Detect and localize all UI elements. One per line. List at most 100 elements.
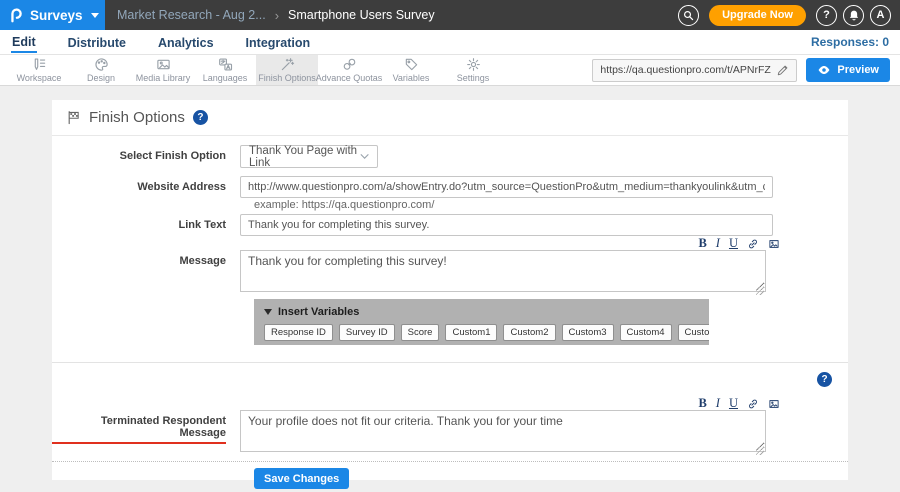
variable-score-button[interactable]: Score [401,324,440,341]
variable-custom3-button[interactable]: Custom3 [562,324,614,341]
italic-button[interactable]: I [716,237,720,250]
link-text-label: Link Text [52,214,240,231]
survey-url-input[interactable] [600,64,771,76]
upgrade-now-button[interactable]: Upgrade Now [709,5,806,26]
media-library-icon [156,57,171,72]
save-changes-button[interactable]: Save Changes [254,468,349,489]
triangle-down-icon [264,309,272,315]
toolbar-right: Preview [592,55,900,85]
insert-variables-buttons: Response ID Survey ID Score Custom1 Cust… [264,324,699,341]
terminated-format-toolbar: B I U [52,397,780,410]
preview-button[interactable]: Preview [806,58,890,82]
languages-icon [218,57,233,72]
finish-options-wand-icon [280,57,295,72]
chevron-down-icon [360,153,369,160]
toolbar-item-settings[interactable]: Settings [442,55,504,85]
advance-quotas-chain-icon [342,57,357,72]
topbar: Surveys Market Research - Aug 2... › Sma… [0,0,900,30]
image-icon [768,398,780,410]
tab-edit[interactable]: Edit [11,32,37,53]
insert-image-button[interactable] [768,238,780,250]
eye-icon [817,63,831,77]
toolbar-item-workspace[interactable]: Workspace [8,55,70,85]
variable-response-id-button[interactable]: Response ID [264,324,333,341]
terminated-help-icon[interactable]: ? [817,372,832,387]
edit-url-pencil-icon[interactable] [776,64,789,77]
underline-button[interactable]: U [729,397,738,410]
terminated-message-textarea[interactable]: Your profile does not fit our criteria. … [240,410,766,452]
bold-button[interactable]: B [698,397,706,410]
edit-toolbar: Workspace Design Media Library Languages… [0,55,900,86]
surveys-menu[interactable]: Surveys [0,0,105,30]
insert-variables-panel: Insert Variables Response ID Survey ID S… [254,299,709,345]
notifications-button[interactable] [843,5,864,26]
bold-button[interactable]: B [698,237,706,250]
design-palette-icon [94,57,109,72]
variables-tag-icon [404,57,419,72]
toolbar-item-media-library[interactable]: Media Library [132,55,194,85]
variable-custom1-button[interactable]: Custom1 [445,324,497,341]
finish-option-select[interactable]: Thank You Page with Link [240,145,378,168]
variable-custom5-button[interactable]: Custom5 [678,324,709,341]
breadcrumb-folder[interactable]: Market Research - Aug 2... [117,8,266,22]
website-address-example: example: https://qa.questionpro.com/ [254,199,848,212]
image-icon [768,238,780,250]
avatar[interactable]: A [870,5,891,26]
section-divider [52,362,848,363]
finish-option-label: Select Finish Option [52,145,240,162]
main-tabs: Edit Distribute Analytics Integration Re… [0,30,900,55]
variable-survey-id-button[interactable]: Survey ID [339,324,395,341]
search-button[interactable] [678,5,699,26]
dotted-divider [52,461,848,462]
finish-flag-icon [66,110,81,125]
website-address-input[interactable] [240,176,773,198]
finish-options-help-icon[interactable]: ? [193,110,208,125]
toolbar-item-variables[interactable]: Variables [380,55,442,85]
link-text-row: Link Text [52,214,848,236]
page-title: Finish Options [89,109,185,126]
insert-link-button[interactable] [747,238,759,250]
toolbar-item-design[interactable]: Design [70,55,132,85]
breadcrumb-survey-name: Smartphone Users Survey [288,8,435,22]
workspace-icon [32,57,47,72]
variable-custom2-button[interactable]: Custom2 [503,324,555,341]
italic-button[interactable]: I [716,397,720,410]
message-textarea[interactable]: Thank you for completing this survey! [240,250,766,292]
underline-button[interactable]: U [729,237,738,250]
tab-integration[interactable]: Integration [245,33,312,52]
message-format-toolbar: B I U [52,237,780,250]
link-chain-icon [747,238,759,250]
toolbar-item-finish-options[interactable]: Finish Options [256,55,318,85]
breadcrumb-separator: › [275,8,279,23]
tab-analytics[interactable]: Analytics [157,33,215,52]
chevron-down-icon [91,13,99,18]
website-address-row: Website Address [52,176,848,198]
link-chain-icon [747,398,759,410]
help-button[interactable]: ? [816,5,837,26]
finish-options-card: Finish Options ? Select Finish Option Th… [52,100,848,480]
insert-image-button[interactable] [768,398,780,410]
responses-count[interactable]: Responses: 0 [811,35,889,49]
insert-variables-toggle[interactable]: Insert Variables [264,305,699,319]
variable-custom4-button[interactable]: Custom4 [620,324,672,341]
product-name: Surveys [30,8,83,23]
search-icon [682,9,695,22]
insert-link-button[interactable] [747,398,759,410]
settings-gear-icon [466,57,481,72]
questionpro-logo [8,7,24,23]
link-text-input[interactable] [240,214,773,236]
message-row: Message Thank you for completing this su… [52,250,848,297]
website-address-label: Website Address [52,176,240,193]
finish-option-row: Select Finish Option Thank You Page with… [52,145,848,168]
toolbar-item-advance-quotas[interactable]: Advance Quotas [318,55,380,85]
tab-distribute[interactable]: Distribute [67,33,127,52]
message-label: Message [52,250,240,267]
toolbar-item-languages[interactable]: Languages [194,55,256,85]
card-header: Finish Options ? [52,100,848,136]
breadcrumb: Market Research - Aug 2... › Smartphone … [117,0,435,30]
topbar-actions: Upgrade Now ? A [678,0,900,30]
survey-url-box [592,59,797,82]
terminated-message-row: Terminated Respondent Message Your profi… [52,410,848,457]
terminated-message-label: Terminated Respondent Message [52,410,240,444]
bell-icon [848,9,860,21]
